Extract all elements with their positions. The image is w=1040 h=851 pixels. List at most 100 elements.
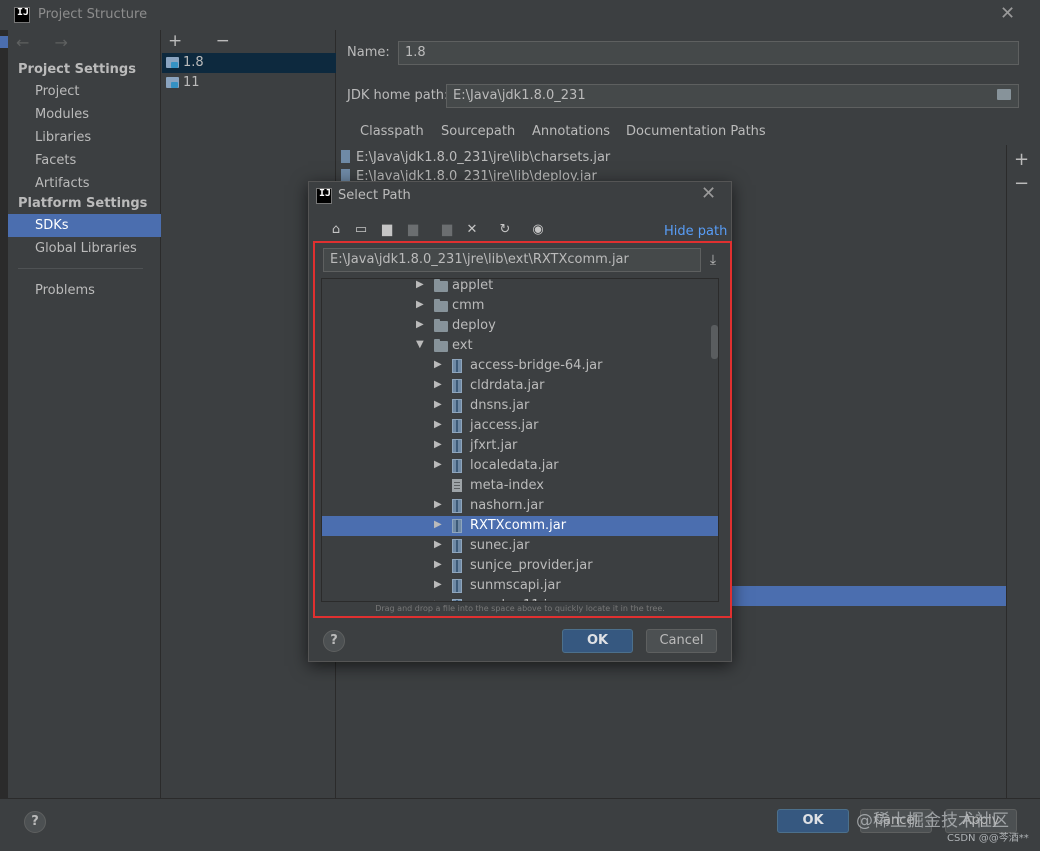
tree-row[interactable]: ▶ sunjce_provider.jar [322, 556, 718, 576]
project-folder-icon[interactable]: ▆ [379, 223, 395, 237]
nav-item-sdks[interactable]: SDKs [35, 218, 69, 233]
tab-annotations[interactable]: Annotations [532, 124, 610, 139]
module-folder-icon[interactable]: ▆ [405, 223, 421, 237]
chevron-right-icon[interactable]: ▶ [434, 499, 444, 510]
sdk-item-11[interactable]: 11 [162, 73, 336, 93]
browse-folder-icon[interactable] [997, 89, 1011, 100]
tree-row[interactable]: ▶ localedata.jar [322, 456, 718, 476]
tree-row[interactable]: ▶ cldrdata.jar [322, 376, 718, 396]
tree-row[interactable]: ▼ ext [322, 336, 718, 356]
show-hidden-icon[interactable]: ◉ [530, 223, 546, 237]
chevron-right-icon[interactable]: ▶ [434, 559, 444, 570]
chevron-right-icon[interactable]: ▶ [434, 519, 444, 530]
help-button[interactable]: ? [323, 630, 345, 652]
nav-item-project[interactable]: Project [35, 84, 79, 99]
jar-icon [341, 150, 350, 163]
tree-row[interactable]: ▶ access-bridge-64.jar [322, 356, 718, 376]
jar-icon [452, 579, 462, 593]
path-input[interactable]: E:\Java\jdk1.8.0_231\jre\lib\ext\RXTXcom… [323, 248, 701, 272]
delete-icon[interactable]: ✕ [464, 223, 480, 237]
home-icon[interactable]: ⌂ [328, 223, 344, 237]
tree-row-label: cldrdata.jar [470, 378, 545, 393]
dialog-ok-button[interactable]: OK [562, 629, 633, 653]
back-forward-icons[interactable]: ← → [16, 33, 78, 52]
tree-row[interactable]: ▶ sunmscapi.jar [322, 576, 718, 596]
tree-row[interactable]: ▶ sunpkcs11.jar [322, 596, 718, 601]
chevron-right-icon[interactable]: ▶ [434, 459, 444, 470]
chevron-right-icon[interactable]: ▶ [434, 399, 444, 410]
chevron-right-icon[interactable]: ▶ [434, 379, 444, 390]
new-folder-icon[interactable]: ▆ [439, 223, 455, 237]
nav-item-libraries[interactable]: Libraries [35, 130, 91, 145]
tree-row[interactable]: ▶ cmm [322, 296, 718, 316]
tree-row[interactable]: ▶ dnsns.jar [322, 396, 718, 416]
tree-row-label: ext [452, 338, 473, 353]
chevron-right-icon[interactable]: ▶ [434, 439, 444, 450]
drag-drop-hint: Drag and drop a file into the space abov… [375, 604, 665, 613]
project-settings-header: Project Settings [18, 62, 136, 77]
chevron-right-icon[interactable]: ▶ [434, 579, 444, 590]
tree-row[interactable]: ▶ applet [322, 279, 718, 296]
tree-row-label: nashorn.jar [470, 498, 544, 513]
intellij-logo-icon: IJ [316, 188, 332, 204]
tab-classpath[interactable]: Classpath [346, 124, 438, 148]
sdk-item-label: 11 [183, 75, 200, 90]
chevron-right-icon[interactable]: ▶ [434, 419, 444, 430]
tree-row[interactable]: ▶ nashorn.jar [322, 496, 718, 516]
folder-icon [434, 279, 448, 292]
jdk-folder-icon [166, 77, 179, 88]
hide-path-link[interactable]: Hide path [664, 224, 727, 239]
folder-icon [434, 319, 448, 332]
chevron-down-icon[interactable]: ▼ [416, 339, 426, 350]
jar-icon [452, 499, 462, 513]
close-icon[interactable]: ✕ [701, 183, 716, 204]
download-icon[interactable]: ⤓ [704, 252, 722, 268]
sdk-item-1-8[interactable]: 1.8 [162, 53, 336, 73]
tree-row[interactable]: ▶ RXTXcomm.jar [322, 516, 718, 536]
chevron-right-icon[interactable]: ▶ [416, 319, 426, 330]
tab-documentation-paths[interactable]: Documentation Paths [626, 124, 766, 139]
remove-classpath-icon[interactable]: − [1014, 173, 1029, 194]
tree-row-label: jfxrt.jar [470, 438, 518, 453]
chevron-right-icon[interactable]: ▶ [416, 279, 426, 290]
folder-icon [434, 339, 448, 352]
dialog-cancel-button[interactable]: Cancel [646, 629, 717, 653]
tree-scrollbar[interactable] [711, 325, 718, 359]
nav-item-modules[interactable]: Modules [35, 107, 89, 122]
tree-row[interactable]: ▶ sunec.jar [322, 536, 718, 556]
help-button[interactable]: ? [24, 811, 46, 833]
add-classpath-icon[interactable]: + [1014, 149, 1029, 170]
jar-icon [452, 519, 462, 533]
classpath-item[interactable]: E:\Java\jdk1.8.0_231\jre\lib\charsets.ja… [341, 150, 610, 165]
tree-row[interactable]: ▶ deploy [322, 316, 718, 336]
nav-item-global-libraries[interactable]: Global Libraries [35, 241, 137, 256]
nav-selection [8, 214, 161, 237]
tree-row-label: jaccess.jar [470, 418, 539, 433]
tree-row[interactable]: meta-index [322, 476, 718, 496]
window-title: Project Structure [38, 7, 148, 22]
nav-item-problems[interactable]: Problems [35, 283, 95, 298]
platform-settings-header: Platform Settings [18, 196, 148, 211]
chevron-right-icon[interactable]: ▶ [434, 359, 444, 370]
tree-row[interactable]: ▶ jaccess.jar [322, 416, 718, 436]
nav-item-facets[interactable]: Facets [35, 153, 76, 168]
chevron-right-icon[interactable]: ▶ [416, 299, 426, 310]
tab-sourcepath[interactable]: Sourcepath [441, 124, 515, 139]
tree-row[interactable]: ▶ jfxrt.jar [322, 436, 718, 456]
tree-row-label: sunmscapi.jar [470, 578, 561, 593]
jar-icon [452, 399, 462, 413]
chevron-right-icon[interactable]: ▶ [434, 539, 444, 550]
dialog-button-bar: ? OK Cancel [309, 619, 731, 661]
tree-row-label: RXTXcomm.jar [470, 518, 567, 533]
name-field[interactable]: 1.8 [398, 41, 1019, 65]
nav-item-artifacts[interactable]: Artifacts [35, 176, 90, 191]
jdk-home-field[interactable]: E:\Java\jdk1.8.0_231 [446, 84, 1019, 108]
classpath-toolbar: + − [1008, 145, 1040, 205]
file-tree[interactable]: ▶ applet ▶ cmm ▶ deploy ▼ ext ▶ access-bridge-64.… [321, 278, 719, 602]
ok-button[interactable]: OK [777, 809, 849, 833]
add-remove-sdk-buttons[interactable]: + − [168, 31, 244, 51]
refresh-icon[interactable]: ↻ [497, 223, 513, 237]
desktop-icon[interactable]: ▭ [353, 223, 369, 237]
chevron-right-icon[interactable]: ▶ [434, 599, 444, 601]
close-icon[interactable]: ✕ [1000, 3, 1015, 24]
